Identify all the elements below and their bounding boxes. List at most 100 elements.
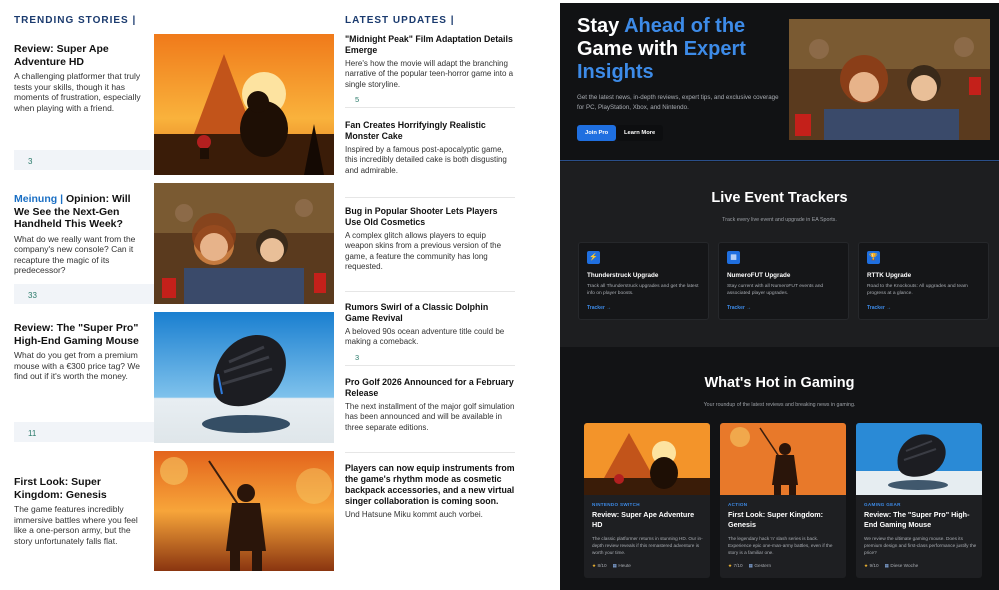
story-title[interactable]: Review: Super Ape Adventure HD [14, 43, 144, 68]
tracker-description: Track all Thunderstruck upgrades and get… [587, 284, 699, 296]
date: Diese Woche [890, 563, 919, 568]
article-image [856, 423, 982, 495]
update-description: The next installment of the major golf s… [345, 402, 515, 432]
article-description: We review the ultimate gaming mouse. Doe… [864, 536, 977, 555]
update-description: A beloved 90s ocean adventure title coul… [345, 327, 505, 347]
update-description: Inspired by a famous post-apocalyptic ga… [345, 145, 507, 175]
update-description: Und Hatsune Miku kommt auch vorbei. [345, 510, 483, 519]
article-image [720, 423, 846, 495]
update-item[interactable]: "Midnight Peak" Film Adaptation Details … [345, 34, 515, 108]
gaming-site-page: Stay Ahead of the Game with Expert Insig… [560, 3, 999, 590]
story-thumbnail-mouse[interactable] [154, 312, 334, 443]
article-category[interactable]: NINTENDO SWITCH [592, 502, 640, 507]
story-description: The game features incredibly immersive b… [14, 504, 138, 546]
section-title: What's Hot in Gaming [704, 375, 855, 391]
calendar-icon: ▦ [748, 563, 754, 568]
update-item[interactable]: Players can now equip instruments from t… [345, 463, 515, 533]
hero-title: Stay Ahead of the Game with Expert Insig… [577, 15, 746, 83]
comment-count[interactable]: 3 [14, 150, 154, 170]
rating: 9/10 [869, 563, 879, 568]
date: Gestern [754, 563, 772, 568]
story-title[interactable]: First Look: Super Kingdom: Genesis [14, 476, 144, 501]
article-card[interactable]: GAMING GEAR Review: The "Super Pro" High… [856, 423, 982, 578]
date: Heute [618, 563, 631, 568]
update-item[interactable]: Bug in Popular Shooter Lets Players Use … [345, 206, 515, 292]
hero-section: Stay Ahead of the Game with Expert Insig… [560, 3, 999, 161]
tracker-link[interactable]: Tracker → [727, 305, 751, 311]
tracker-name: Thunderstruck Upgrade [587, 272, 659, 279]
bolt-icon: ⚡ [587, 251, 600, 264]
update-item[interactable]: Pro Golf 2026 Announced for a February R… [345, 377, 515, 453]
comment-count[interactable]: 3 [355, 353, 515, 362]
rating: 8/10 [597, 563, 607, 568]
article-meta: ★ 8/10 ▦ Heute [592, 563, 631, 569]
story-title[interactable]: Review: The "Super Pro" High-End Gaming … [14, 322, 144, 347]
story-description: What do we really want from the company'… [14, 233, 136, 276]
update-title[interactable]: "Midnight Peak" Film Adaptation Details … [345, 34, 515, 56]
story-thumbnail-warrior[interactable] [154, 451, 334, 571]
article-description: The legendary hack 'n' slash series is b… [728, 536, 833, 555]
story-card[interactable]: Meinung | Opinion: Will We See the Next-… [14, 183, 334, 305]
story-card[interactable]: Review: The "Super Pro" High-End Gaming … [14, 312, 334, 444]
calendar-icon: ▦ [612, 563, 618, 568]
story-card[interactable]: Review: Super Ape Adventure HD A challen… [14, 34, 334, 176]
tracker-description: Stay current with all NumeroFUT events a… [727, 284, 824, 296]
section-subtitle: Track every live event and upgrade in EA… [722, 217, 837, 223]
update-title[interactable]: Players can now equip instruments from t… [345, 463, 515, 507]
news-list-panel: TRENDING STORIES | LATEST UPDATES | Revi… [0, 0, 555, 590]
tracker-link[interactable]: Tracker → [867, 305, 891, 311]
star-icon: ★ [592, 563, 597, 568]
tracker-link[interactable]: Tracker → [587, 305, 611, 311]
story-description: What do you get from a premium mouse wit… [14, 350, 140, 382]
update-item[interactable]: Fan Creates Horrifyingly Realistic Monst… [345, 120, 515, 198]
tracker-description: Road to the Knockouts: All upgrades and … [867, 284, 968, 296]
article-meta: ★ 9/10 ▦ Diese Woche [864, 563, 918, 569]
update-title[interactable]: Pro Golf 2026 Announced for a February R… [345, 377, 515, 399]
story-thumbnail-ape[interactable] [154, 34, 334, 175]
article-image [584, 423, 710, 495]
article-description: The classic platformer returns in stunni… [592, 536, 703, 555]
learn-more-button[interactable]: Learn More [616, 125, 664, 141]
hero-image [789, 19, 990, 140]
article-meta: ★ 7/10 ▦ Gestern [728, 563, 771, 569]
update-description: A complex glitch allows players to equip… [345, 231, 502, 271]
comment-count[interactable]: 33 [14, 284, 154, 304]
star-icon: ★ [864, 563, 869, 568]
grid-icon: ▦ [727, 251, 740, 264]
article-category[interactable]: GAMING GEAR [864, 502, 901, 507]
tracker-card[interactable]: ⚡ Thunderstruck Upgrade Track all Thunde… [578, 242, 709, 320]
update-title[interactable]: Fan Creates Horrifyingly Realistic Monst… [345, 120, 515, 142]
comment-count[interactable]: 11 [14, 422, 154, 442]
tracker-name: RTTK Upgrade [867, 272, 912, 279]
article-card[interactable]: NINTENDO SWITCH Review: Super Ape Advent… [584, 423, 710, 578]
story-card[interactable]: First Look: Super Kingdom: Genesis The g… [14, 451, 334, 571]
trending-heading: TRENDING STORIES | [14, 15, 137, 26]
live-event-trackers-section: Live Event Trackers Track every live eve… [560, 162, 999, 347]
article-title[interactable]: Review: The "Super Pro" High-End Gaming … [864, 510, 976, 529]
comment-count[interactable]: 5 [355, 95, 515, 104]
update-description: Here's how the movie will adapt the bran… [345, 59, 514, 89]
rating: 7/10 [733, 563, 743, 568]
update-item[interactable]: Rumors Swirl of a Classic Dolphin Game R… [345, 302, 515, 366]
hero-subtitle: Get the latest news, in-depth reviews, e… [577, 94, 779, 111]
updates-heading: LATEST UPDATES | [345, 15, 455, 26]
story-description: A challenging platformer that truly test… [14, 71, 141, 113]
article-title[interactable]: Review: Super Ape Adventure HD [592, 510, 704, 529]
tracker-card[interactable]: ▦ NumeroFUT Upgrade Stay current with al… [718, 242, 849, 320]
section-title: Live Event Trackers [711, 190, 848, 206]
tracker-name: NumeroFUT Upgrade [727, 272, 791, 279]
story-kicker: Meinung | [14, 193, 66, 205]
article-category[interactable]: ACTION [728, 502, 747, 507]
article-card[interactable]: ACTION First Look: Super Kingdom: Genesi… [720, 423, 846, 578]
story-thumbnail-gamers[interactable] [154, 183, 334, 304]
update-title[interactable]: Bug in Popular Shooter Lets Players Use … [345, 206, 515, 228]
star-icon: ★ [728, 563, 733, 568]
section-subtitle: Your roundup of the latest reviews and b… [703, 402, 856, 408]
whats-hot-section: What's Hot in Gaming Your roundup of the… [560, 347, 999, 590]
article-title[interactable]: First Look: Super Kingdom: Genesis [728, 510, 840, 529]
join-pro-button[interactable]: Join Pro [577, 125, 617, 141]
update-title[interactable]: Rumors Swirl of a Classic Dolphin Game R… [345, 302, 515, 324]
calendar-icon: ▦ [884, 563, 890, 568]
tracker-card[interactable]: 🏆 RTTK Upgrade Road to the Knockouts: Al… [858, 242, 989, 320]
trophy-icon: 🏆 [867, 251, 880, 264]
